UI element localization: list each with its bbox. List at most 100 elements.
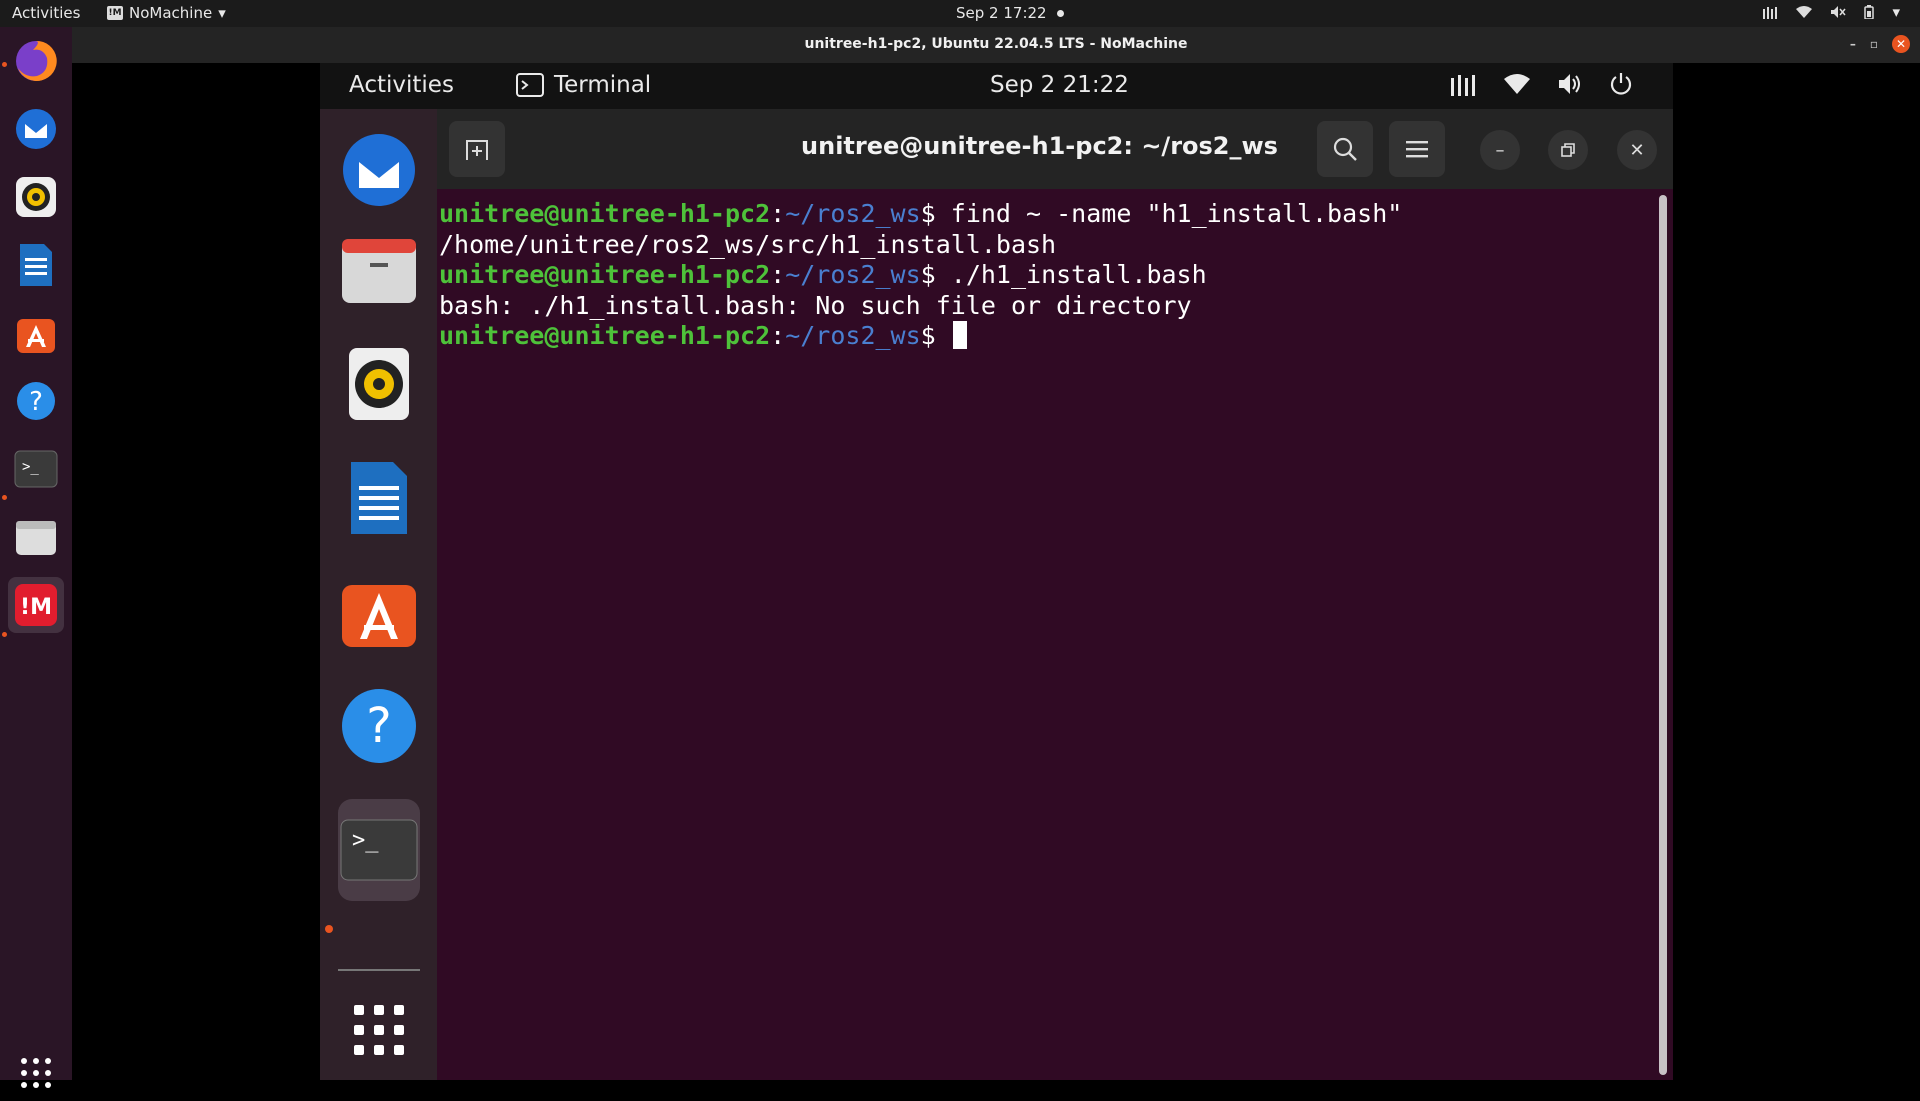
minimize-button[interactable]: – — [1480, 130, 1520, 170]
host-clock-label: Sep 2 17:22 — [956, 4, 1047, 22]
command-text: $ ./h1_install.bash — [920, 260, 1207, 289]
remote-top-bar: Activities Terminal Sep 2 21:22 — [320, 63, 1673, 109]
terminal-line: unitree@unitree-h1-pc2:~/ros2_ws$ — [439, 321, 1639, 352]
svg-text:?: ? — [366, 698, 391, 754]
svg-text:!M: !M — [20, 595, 52, 620]
new-tab-button[interactable] — [449, 121, 505, 177]
nomachine-window-title: unitree-h1-pc2, Ubuntu 22.04.5 LTS - NoM… — [804, 36, 1188, 52]
nomachine-tray-icon[interactable] — [1449, 72, 1477, 102]
close-icon: ✕ — [1629, 139, 1645, 161]
nomachine-icon: !M — [107, 6, 123, 20]
prompt-path: ~/ros2_ws — [785, 321, 921, 350]
terminal-line: unitree@unitree-h1-pc2:~/ros2_ws$ ./h1_i… — [439, 260, 1639, 291]
remote-clock[interactable]: Sep 2 21:22 — [990, 72, 1129, 98]
command-text: $ find ~ -name "h1_install.bash" — [920, 199, 1403, 228]
restore-icon[interactable]: ▫ — [1870, 37, 1878, 51]
close-icon[interactable]: ✕ — [1892, 35, 1910, 53]
hamburger-icon — [1406, 141, 1428, 158]
restore-icon — [1561, 143, 1575, 157]
terminal-icon[interactable]: >_ — [338, 799, 420, 901]
terminal-window[interactable]: unitree@unitree-h1-pc2: ~/ros2_ws – ✕ un… — [437, 109, 1673, 1080]
maximize-button[interactable] — [1548, 130, 1588, 170]
terminal-output[interactable]: unitree@unitree-h1-pc2:~/ros2_ws$ find ~… — [439, 199, 1639, 352]
host-top-bar: Activities !M NoMachine ▾ Sep 2 17:22 ▾ — [0, 0, 1920, 27]
remote-app-menu[interactable]: Terminal — [516, 72, 651, 98]
notification-dot-icon — [1056, 9, 1064, 17]
thunderbird-icon[interactable] — [338, 129, 420, 211]
volume-muted-icon[interactable] — [1830, 5, 1847, 19]
command-output: bash: ./h1_install.bash: No such file or… — [439, 290, 1192, 320]
prompt-path: ~/ros2_ws — [785, 199, 921, 228]
search-icon — [1333, 137, 1357, 161]
svg-text:>_: >_ — [352, 828, 379, 853]
nomachine-tray-icon[interactable] — [1762, 5, 1778, 19]
prompt-user: unitree@unitree-h1-pc2 — [439, 321, 771, 350]
files-icon[interactable] — [338, 229, 420, 311]
search-button[interactable] — [1317, 121, 1373, 177]
window-controls: – ▫ ✕ — [1850, 35, 1910, 53]
nomachine-dock-icon[interactable]: !M — [8, 577, 64, 633]
host-system-tray[interactable]: ▾ — [1762, 3, 1900, 21]
wifi-icon[interactable] — [1503, 72, 1531, 102]
host-app-label: NoMachine — [129, 4, 213, 22]
rhythmbox-icon[interactable] — [8, 169, 64, 225]
volume-icon[interactable] — [1557, 72, 1583, 102]
command-text: $ — [920, 321, 951, 350]
show-apps-icon[interactable] — [8, 1045, 64, 1101]
remote-activities-button[interactable]: Activities — [349, 72, 454, 98]
firefox-icon[interactable] — [8, 33, 64, 89]
terminal-scrollbar[interactable] — [1659, 195, 1667, 1075]
terminal-line: /home/unitree/ros2_ws/src/h1_install.bas… — [439, 230, 1639, 261]
svg-text:>_: >_ — [22, 459, 39, 475]
nomachine-titlebar[interactable]: unitree-h1-pc2, Ubuntu 22.04.5 LTS - NoM… — [72, 27, 1920, 63]
battery-icon[interactable] — [1864, 5, 1875, 19]
app-center-icon[interactable] — [8, 305, 64, 361]
text-cursor — [952, 321, 967, 349]
running-indicator — [2, 62, 7, 67]
close-button[interactable]: ✕ — [1617, 130, 1657, 170]
running-indicator — [2, 632, 7, 637]
prompt-path: ~/ros2_ws — [785, 260, 921, 289]
thunderbird-icon[interactable] — [8, 101, 64, 157]
terminal-icon[interactable]: >_ — [8, 441, 64, 497]
menu-button[interactable] — [1389, 121, 1445, 177]
rhythmbox-icon[interactable] — [338, 343, 420, 425]
running-indicator — [2, 495, 7, 500]
app-center-icon[interactable] — [338, 571, 420, 653]
terminal-line: unitree@unitree-h1-pc2:~/ros2_ws$ find ~… — [439, 199, 1639, 230]
prompt-separator: : — [770, 260, 786, 289]
remote-desktop[interactable]: Activities Terminal Sep 2 21:22 ? >_ uni… — [320, 63, 1673, 1080]
remote-system-tray[interactable] — [1449, 72, 1633, 102]
help-icon[interactable]: ? — [338, 685, 420, 767]
libreoffice-writer-icon[interactable] — [338, 457, 420, 539]
prompt-user: unitree@unitree-h1-pc2 — [439, 199, 771, 228]
terminal-title: unitree@unitree-h1-pc2: ~/ros2_ws — [801, 132, 1278, 160]
minimize-icon: – — [1495, 139, 1505, 161]
minimize-icon[interactable]: – — [1850, 37, 1856, 51]
running-indicator — [325, 925, 333, 933]
prompt-user: unitree@unitree-h1-pc2 — [439, 260, 771, 289]
prompt-separator: : — [770, 321, 786, 350]
wifi-icon[interactable] — [1796, 5, 1813, 19]
host-clock[interactable]: Sep 2 17:22 — [956, 4, 1064, 22]
svg-text:?: ? — [29, 387, 43, 417]
chevron-down-icon[interactable]: ▾ — [1892, 3, 1900, 21]
power-icon[interactable] — [1609, 72, 1633, 102]
chevron-down-icon: ▾ — [218, 4, 226, 22]
terminal-icon — [516, 73, 544, 97]
command-output: /home/unitree/ros2_ws/src/h1_install.bas… — [439, 229, 1057, 259]
help-icon[interactable]: ? — [8, 373, 64, 429]
new-tab-icon — [466, 140, 488, 160]
show-apps-icon[interactable] — [338, 989, 420, 1071]
prompt-separator: : — [770, 199, 786, 228]
files-icon[interactable] — [8, 509, 64, 565]
terminal-headerbar[interactable]: unitree@unitree-h1-pc2: ~/ros2_ws – ✕ — [437, 109, 1673, 189]
host-dock: ? >_ !M — [0, 27, 72, 1088]
terminal-line: bash: ./h1_install.bash: No such file or… — [439, 291, 1639, 322]
host-activities-button[interactable]: Activities — [12, 4, 80, 22]
libreoffice-writer-icon[interactable] — [8, 237, 64, 293]
remote-app-label: Terminal — [554, 72, 652, 98]
host-app-menu[interactable]: !M NoMachine ▾ — [107, 4, 226, 22]
remote-dock: ? >_ — [320, 109, 437, 1080]
dock-separator — [338, 969, 420, 971]
